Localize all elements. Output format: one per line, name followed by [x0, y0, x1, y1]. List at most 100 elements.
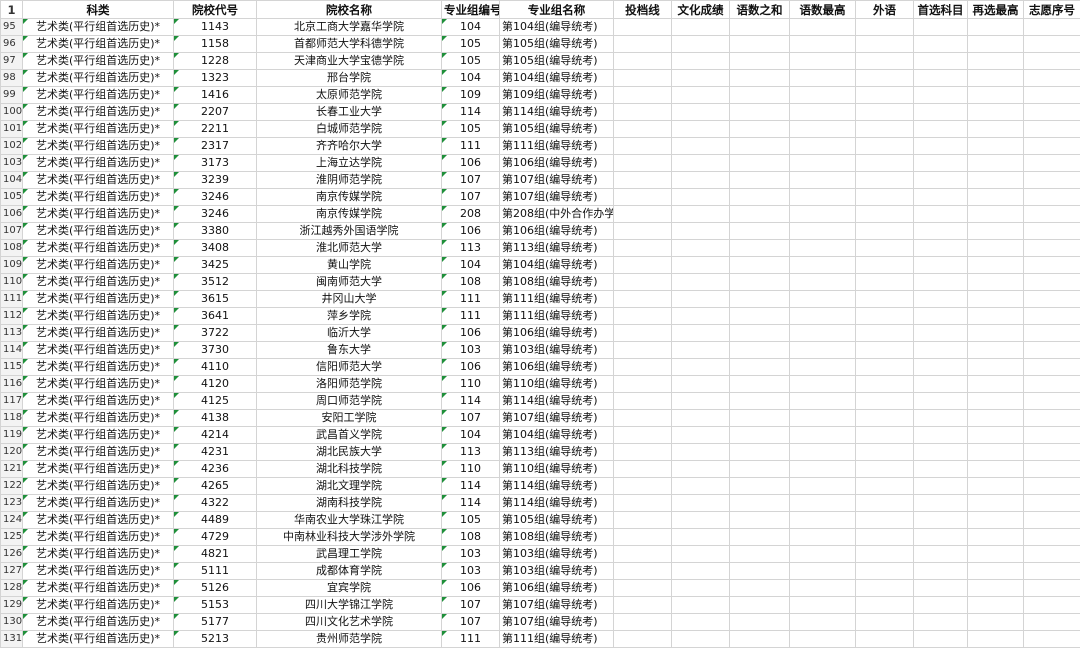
cell-school-code[interactable]: 4231: [173, 443, 257, 461]
cell-group-id[interactable]: 107: [441, 596, 500, 614]
cell-school-name[interactable]: 成都体育学院: [256, 562, 442, 580]
header-cell-culture-score[interactable]: 文化成绩: [671, 0, 730, 19]
cell-empty[interactable]: [855, 324, 914, 342]
cell-empty[interactable]: [967, 35, 1024, 53]
cell-group-id[interactable]: 103: [441, 545, 500, 563]
row-number[interactable]: 121: [0, 460, 23, 478]
cell-group-id[interactable]: 105: [441, 120, 500, 138]
cell-school-name[interactable]: 长春工业大学: [256, 103, 442, 121]
cell-group-id[interactable]: 104: [441, 18, 500, 36]
cell-empty[interactable]: [913, 630, 968, 648]
cell-empty[interactable]: [1023, 137, 1080, 155]
cell-empty[interactable]: [855, 375, 914, 393]
cell-school-code[interactable]: 3239: [173, 171, 257, 189]
cell-empty[interactable]: [967, 52, 1024, 70]
cell-empty[interactable]: [855, 511, 914, 529]
cell-empty[interactable]: [967, 477, 1024, 495]
cell-school-name[interactable]: 北京工商大学嘉华学院: [256, 18, 442, 36]
cell-school-code[interactable]: 3408: [173, 239, 257, 257]
cell-empty[interactable]: [855, 596, 914, 614]
cell-empty[interactable]: [613, 460, 672, 478]
row-number[interactable]: 127: [0, 562, 23, 580]
cell-empty[interactable]: [613, 613, 672, 631]
cell-empty[interactable]: [729, 596, 790, 614]
cell-school-code[interactable]: 1323: [173, 69, 257, 87]
cell-empty[interactable]: [729, 375, 790, 393]
cell-empty[interactable]: [1023, 545, 1080, 563]
cell-empty[interactable]: [671, 307, 730, 325]
cell-empty[interactable]: [913, 290, 968, 308]
cell-school-name[interactable]: 浙江越秀外国语学院: [256, 222, 442, 240]
cell-empty[interactable]: [729, 137, 790, 155]
cell-empty[interactable]: [913, 307, 968, 325]
cell-empty[interactable]: [671, 443, 730, 461]
cell-group-id[interactable]: 104: [441, 426, 500, 444]
cell-empty[interactable]: [729, 409, 790, 427]
cell-group-id[interactable]: 104: [441, 69, 500, 87]
cell-group-name[interactable]: 第104组(编导统考): [499, 256, 614, 274]
cell-empty[interactable]: [855, 188, 914, 206]
row-number[interactable]: 122: [0, 477, 23, 495]
cell-empty[interactable]: [613, 222, 672, 240]
cell-empty[interactable]: [671, 511, 730, 529]
cell-empty[interactable]: [1023, 86, 1080, 104]
cell-empty[interactable]: [789, 103, 856, 121]
cell-empty[interactable]: [671, 375, 730, 393]
cell-empty[interactable]: [789, 426, 856, 444]
cell-school-code[interactable]: 4125: [173, 392, 257, 410]
cell-group-name[interactable]: 第114组(编导统考): [499, 103, 614, 121]
cell-empty[interactable]: [1023, 596, 1080, 614]
cell-kelei[interactable]: 艺术类(平行组首选历史)*: [22, 409, 174, 427]
cell-empty[interactable]: [613, 545, 672, 563]
cell-group-name[interactable]: 第107组(编导统考): [499, 613, 614, 631]
cell-school-name[interactable]: 太原师范学院: [256, 86, 442, 104]
cell-empty[interactable]: [613, 86, 672, 104]
cell-empty[interactable]: [729, 579, 790, 597]
cell-empty[interactable]: [729, 341, 790, 359]
cell-empty[interactable]: [729, 103, 790, 121]
row-number[interactable]: 111: [0, 290, 23, 308]
cell-empty[interactable]: [967, 324, 1024, 342]
cell-kelei[interactable]: 艺术类(平行组首选历史)*: [22, 120, 174, 138]
cell-school-name[interactable]: 白城师范学院: [256, 120, 442, 138]
cell-empty[interactable]: [855, 239, 914, 257]
cell-school-code[interactable]: 5111: [173, 562, 257, 580]
cell-empty[interactable]: [671, 205, 730, 223]
cell-empty[interactable]: [1023, 69, 1080, 87]
cell-group-name[interactable]: 第106组(编导统考): [499, 154, 614, 172]
cell-school-code[interactable]: 1416: [173, 86, 257, 104]
cell-school-code[interactable]: 3641: [173, 307, 257, 325]
cell-empty[interactable]: [789, 477, 856, 495]
cell-empty[interactable]: [789, 494, 856, 512]
cell-empty[interactable]: [671, 392, 730, 410]
cell-empty[interactable]: [967, 630, 1024, 648]
cell-group-name[interactable]: 第208组(中外合作办学或国际项目)(编导统考): [499, 205, 614, 223]
cell-school-code[interactable]: 5213: [173, 630, 257, 648]
cell-group-name[interactable]: 第105组(编导统考): [499, 52, 614, 70]
cell-empty[interactable]: [913, 86, 968, 104]
cell-empty[interactable]: [613, 137, 672, 155]
cell-group-id[interactable]: 108: [441, 528, 500, 546]
cell-empty[interactable]: [913, 443, 968, 461]
cell-group-id[interactable]: 103: [441, 562, 500, 580]
cell-empty[interactable]: [613, 103, 672, 121]
cell-empty[interactable]: [1023, 528, 1080, 546]
cell-empty[interactable]: [789, 375, 856, 393]
cell-school-name[interactable]: 湖北文理学院: [256, 477, 442, 495]
cell-empty[interactable]: [967, 239, 1024, 257]
cell-empty[interactable]: [671, 103, 730, 121]
cell-empty[interactable]: [613, 273, 672, 291]
cell-group-id[interactable]: 114: [441, 477, 500, 495]
cell-empty[interactable]: [729, 188, 790, 206]
cell-empty[interactable]: [1023, 103, 1080, 121]
cell-empty[interactable]: [913, 579, 968, 597]
cell-school-code[interactable]: 3246: [173, 188, 257, 206]
cell-empty[interactable]: [729, 528, 790, 546]
cell-empty[interactable]: [789, 392, 856, 410]
cell-school-name[interactable]: 湖南科技学院: [256, 494, 442, 512]
cell-school-code[interactable]: 4489: [173, 511, 257, 529]
cell-school-name[interactable]: 南京传媒学院: [256, 205, 442, 223]
cell-group-name[interactable]: 第109组(编导统考): [499, 86, 614, 104]
cell-kelei[interactable]: 艺术类(平行组首选历史)*: [22, 545, 174, 563]
cell-group-id[interactable]: 103: [441, 341, 500, 359]
